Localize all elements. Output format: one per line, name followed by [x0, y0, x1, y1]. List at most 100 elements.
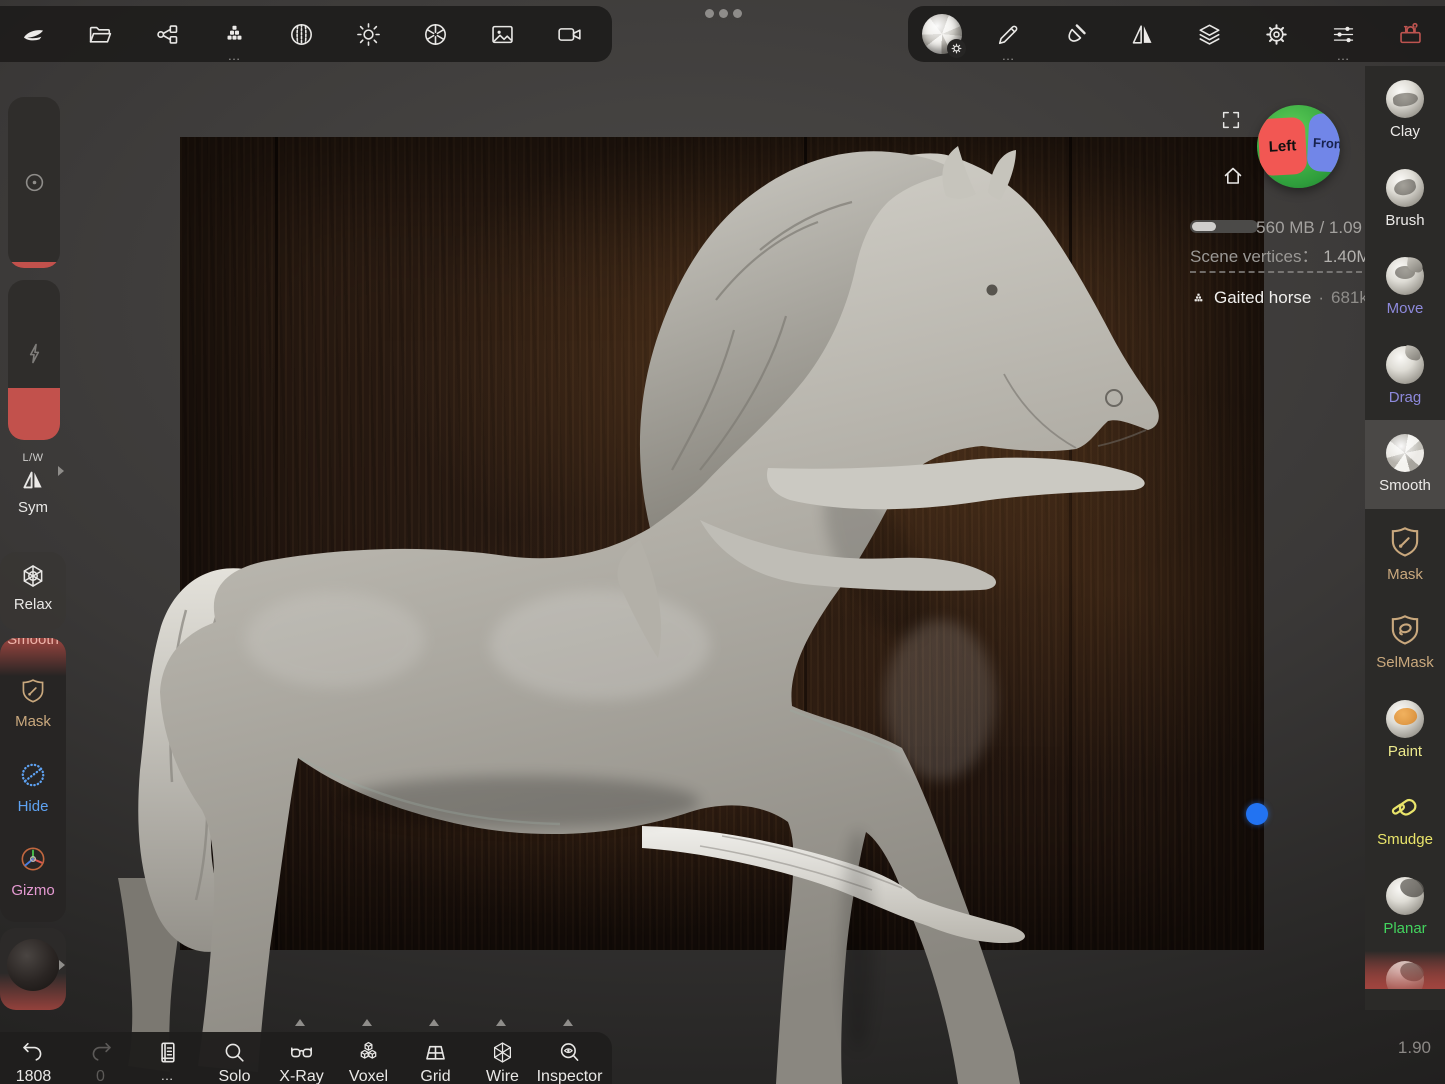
intensity-slider-fill [8, 388, 60, 440]
tool-smudge[interactable]: Smudge [1365, 774, 1445, 863]
tool-mask[interactable]: Mask [1365, 509, 1445, 598]
toolbox-button[interactable] [1377, 6, 1444, 62]
xray-menu-caret[interactable] [295, 1019, 305, 1026]
memory-usage-text: 560 MB / 1.09 [1040, 218, 1362, 238]
voxel-menu-caret[interactable] [362, 1019, 372, 1026]
scene-graph-button[interactable] [134, 6, 201, 62]
fullscreen-icon[interactable] [1220, 109, 1242, 131]
xray-toggle[interactable]: X-Ray [268, 1032, 335, 1084]
brush-preview-button[interactable] [908, 6, 975, 62]
mask-shield-icon [1386, 523, 1424, 561]
inspector-toggle[interactable]: Inspector [536, 1032, 603, 1084]
gizmo-shortcut[interactable]: Gizmo [0, 843, 66, 899]
toggle-label: Solo [218, 1068, 250, 1084]
viewport-canvas[interactable] [0, 0, 1445, 1084]
hide-shortcut[interactable]: Hide [0, 759, 66, 815]
paint-tool-icon [1386, 700, 1424, 738]
symmetry-button[interactable] [1109, 6, 1176, 62]
wire-menu-caret[interactable] [496, 1019, 506, 1026]
toggle-label: Grid [420, 1068, 450, 1084]
object-name: Gaited horse [1214, 288, 1311, 308]
radius-slider[interactable] [8, 97, 60, 268]
tool-partially-scrolled[interactable] [1365, 951, 1445, 989]
tool-selmask[interactable]: SelMask [1365, 597, 1445, 686]
overflow-dots: … [975, 51, 1042, 61]
image-icon [489, 21, 516, 48]
tool-label: Mask [1387, 566, 1423, 583]
tool-label: SelMask [1376, 654, 1434, 671]
files-button[interactable] [67, 6, 134, 62]
symmetry-toggle[interactable]: L/W Sym [0, 452, 66, 516]
object-separator: · [1318, 288, 1324, 308]
brick-pyramid-icon [221, 21, 248, 48]
camera-button[interactable] [536, 6, 603, 62]
undo-button[interactable]: 1808 [0, 1032, 67, 1084]
home-icon[interactable] [1221, 164, 1245, 188]
inspector-menu-caret[interactable] [563, 1019, 573, 1026]
intensity-slider[interactable] [8, 280, 60, 440]
settings-button[interactable] [1243, 6, 1310, 62]
move-tool-icon [1386, 257, 1424, 295]
wire-toggle[interactable]: Wire [469, 1032, 536, 1084]
tool-smooth-selected[interactable]: Smooth [1365, 420, 1445, 509]
post-process-button[interactable] [402, 6, 469, 62]
scene-object-row[interactable]: Gaited horse · 681k [1190, 288, 1368, 308]
material-preview-panel[interactable] [0, 928, 66, 1010]
bottom-toolbar: 1808 0 … Solo X-Ray [0, 1032, 612, 1084]
topology-button[interactable]: … [201, 6, 268, 62]
object-pyramid-icon [1190, 291, 1207, 306]
tool-drag[interactable]: Drag [1365, 332, 1445, 421]
grid-toggle[interactable]: Grid [402, 1032, 469, 1084]
mask-shortcut-label: Mask [15, 713, 51, 730]
tool-planar[interactable]: Planar [1365, 863, 1445, 952]
video-camera-icon [556, 21, 583, 48]
brush-sphere-gear-icon [922, 14, 962, 54]
stroke-button[interactable]: … [975, 6, 1042, 62]
app-menu-button[interactable] [0, 6, 67, 62]
solo-toggle[interactable]: Solo [201, 1032, 268, 1084]
background-button[interactable] [469, 6, 536, 62]
grid-menu-caret[interactable] [429, 1019, 439, 1026]
scrolled-smooth-label: Smooth [0, 638, 66, 648]
mirror-triangles-icon [1129, 21, 1156, 48]
tool-paint[interactable]: Paint [1365, 686, 1445, 775]
interface-button[interactable]: … [1310, 6, 1377, 62]
redo-button[interactable]: 0 [67, 1032, 134, 1084]
painting-button[interactable] [1042, 6, 1109, 62]
material-button[interactable] [268, 6, 335, 62]
hatched-sphere-icon [288, 21, 315, 48]
toggle-label: Inspector [537, 1068, 603, 1084]
voxel-toggle[interactable]: Voxel [335, 1032, 402, 1084]
orientation-nav-ball[interactable]: Left Fron [1257, 105, 1340, 188]
drag-tool-icon [1386, 346, 1424, 384]
mask-shortcut[interactable]: Mask [0, 676, 66, 730]
notebook-icon [154, 1039, 181, 1066]
radius-slider-fill [8, 262, 60, 268]
layers-button[interactable] [1176, 6, 1243, 62]
tool-move[interactable]: Move [1365, 243, 1445, 332]
selmask-shield-icon [1386, 611, 1424, 649]
relax-shortcut[interactable]: Relax [0, 552, 66, 630]
folder-icon [87, 21, 114, 48]
toolbar-drag-handle[interactable] [705, 9, 742, 18]
chevron-right-icon [58, 466, 64, 476]
tool-clay[interactable]: Clay [1365, 66, 1445, 155]
nav-face-left[interactable]: Left [1258, 117, 1308, 176]
undo-arrow-icon [20, 1039, 47, 1066]
gear-badge-icon [947, 39, 966, 58]
pencil-icon [995, 21, 1022, 48]
brush-tool-icon [1386, 169, 1424, 207]
nav-face-front[interactable]: Fron [1307, 113, 1340, 173]
overflow-dots: … [201, 51, 268, 61]
wireframe-hexagon-icon [489, 1039, 516, 1066]
solo-magnifier-icon [221, 1039, 248, 1066]
lighting-button[interactable] [335, 6, 402, 62]
smudge-finger-icon [1386, 788, 1424, 826]
gizmo-axes-icon [17, 843, 49, 875]
wood-plank-seam [275, 137, 278, 950]
tool-brush[interactable]: Brush [1365, 155, 1445, 244]
history-notes-button[interactable]: … [134, 1032, 201, 1084]
wood-plank-seam [804, 137, 807, 950]
reference-background-image [180, 137, 1264, 950]
top-left-toolbar: … [0, 6, 612, 62]
